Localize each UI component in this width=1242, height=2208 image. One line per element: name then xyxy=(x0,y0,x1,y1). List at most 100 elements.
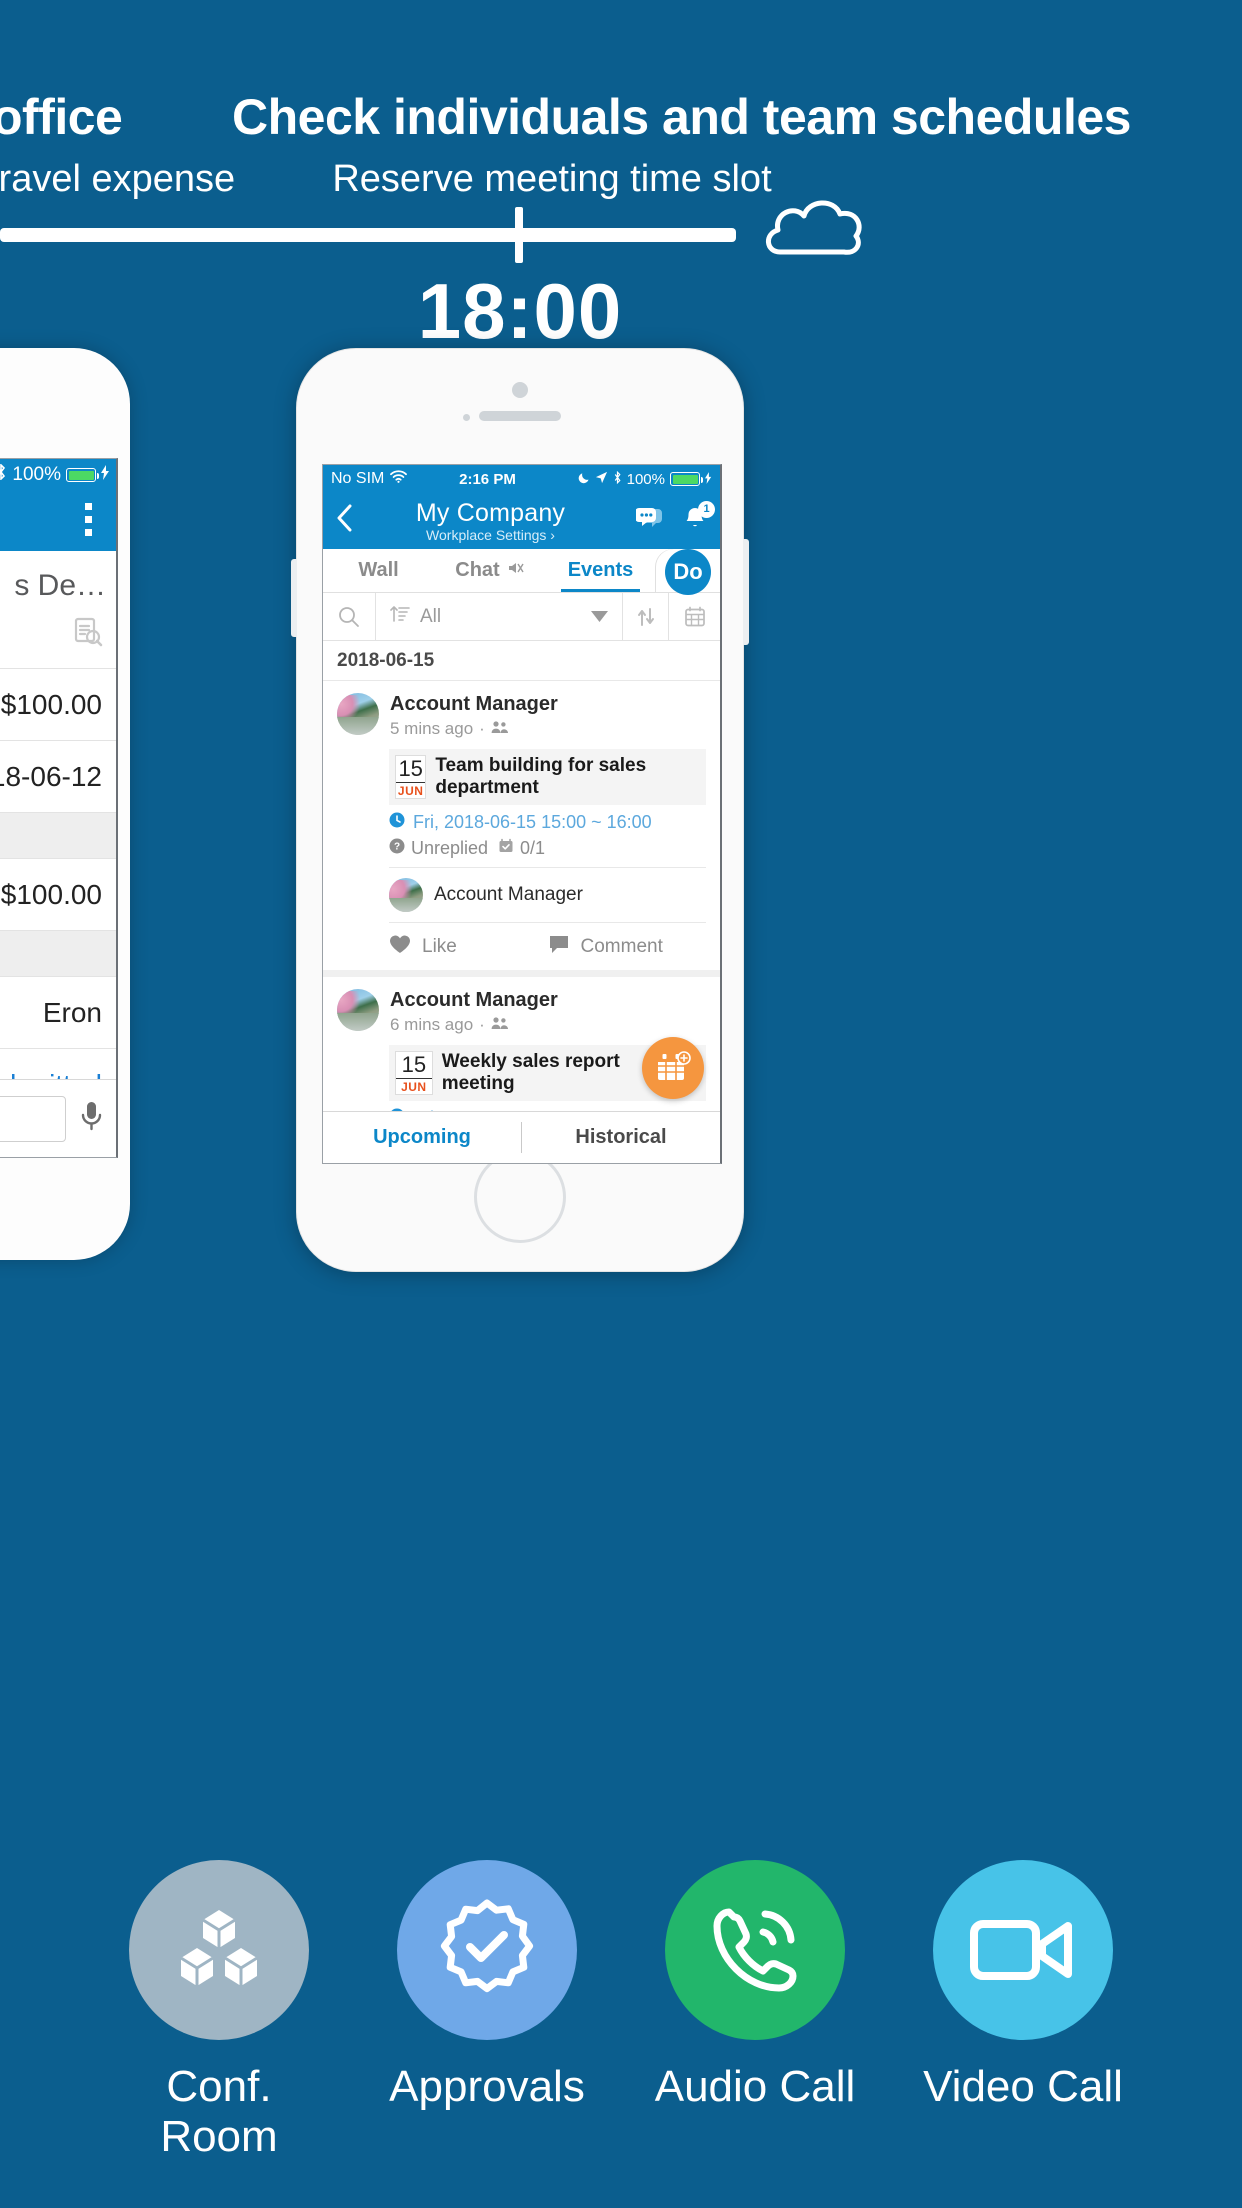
calendar-chip: 15 JUN xyxy=(395,755,427,799)
tab-historical[interactable]: Historical xyxy=(522,1112,720,1163)
event-when: Fri, 2018-06-15 15:00 ~ 16:00 xyxy=(413,812,652,832)
row-value: 2018-06-12 xyxy=(0,760,102,792)
boxes-icon xyxy=(129,1860,309,2040)
calendar-chip-day: 15 xyxy=(396,758,426,783)
nav-bar: My Company Workplace Settings › 1 xyxy=(323,493,720,549)
search-icon[interactable] xyxy=(323,593,375,640)
nav-title-group[interactable]: My Company Workplace Settings › xyxy=(369,499,612,543)
tab-label: Events xyxy=(567,559,634,581)
charging-icon xyxy=(101,464,110,486)
tab-label: Wall xyxy=(358,559,399,581)
tab-wall[interactable]: Wall xyxy=(323,549,434,592)
workplace-settings-link[interactable]: Workplace Settings › xyxy=(369,527,612,543)
front-camera xyxy=(512,382,528,398)
badge-check-icon xyxy=(397,1860,577,2040)
table-row-spacer xyxy=(0,812,116,858)
event-card[interactable]: 15 JUN Team building for sales departmen… xyxy=(389,749,706,805)
avatar xyxy=(337,989,379,1031)
post-time: 5 mins ago xyxy=(390,719,474,738)
feature-label: Video Call xyxy=(923,2062,1123,2111)
do-not-disturb-icon xyxy=(578,471,590,488)
bluetooth-icon xyxy=(613,470,622,488)
tab-bar: Wall Chat Events Do xyxy=(323,549,720,595)
event-title: Team building for sales department xyxy=(435,755,647,798)
table-row-spacer xyxy=(0,930,116,976)
avatar xyxy=(389,878,423,912)
earpiece-speaker xyxy=(479,411,561,421)
status-bar: No SIM 2:16 PM 100% xyxy=(323,465,720,493)
feed-separator xyxy=(323,970,720,977)
tab-events[interactable]: Events xyxy=(545,549,656,592)
group-icon xyxy=(491,719,509,739)
feature-label: Audio Call xyxy=(654,2062,856,2111)
feature-video-call[interactable]: Video Call xyxy=(908,1860,1138,2162)
event-status-row: ? Unreplied 0/1 xyxy=(389,833,706,867)
event-attendance: 0/1 xyxy=(520,838,546,858)
clock-icon xyxy=(389,1108,405,1111)
calendar-chip-month: JUN xyxy=(401,1080,427,1094)
sort-order-icon[interactable] xyxy=(622,593,668,640)
home-button[interactable] xyxy=(474,1151,566,1243)
message-input[interactable] xyxy=(0,1095,66,1142)
phone-device: No SIM 2:16 PM 100% My Company Workplace… xyxy=(291,348,749,1272)
left-battery-percent: 100% xyxy=(12,464,61,485)
left-input-bar xyxy=(0,1079,116,1157)
carrier-label: No SIM xyxy=(331,470,385,487)
post-meta-dot: · xyxy=(479,1015,485,1034)
battery-percent: 100% xyxy=(626,470,665,488)
chevron-down-icon[interactable] xyxy=(576,593,622,640)
table-row: Eron xyxy=(0,976,116,1048)
comment-row[interactable]: Account Manager xyxy=(389,867,706,922)
calendar-icon[interactable] xyxy=(668,593,720,640)
notification-badge: 1 xyxy=(698,500,715,518)
group-icon xyxy=(491,1015,509,1035)
post-meta-dot: · xyxy=(479,719,485,738)
feature-conf-room[interactable]: Conf. Room xyxy=(104,1860,334,2162)
left-battery-icon xyxy=(66,468,99,482)
do-button[interactable]: Do xyxy=(656,549,720,595)
filter-selector[interactable]: All xyxy=(375,593,576,640)
comment-button[interactable]: Comment xyxy=(548,923,707,970)
left-phone-screen: 100% s De… $100.00 2018-06-12 $100.00 Er… xyxy=(0,458,118,1158)
phone-call-icon xyxy=(665,1860,845,2040)
timeline-bar xyxy=(0,228,736,242)
promo-headline-left: office xyxy=(0,89,123,145)
bottom-tab-label: Upcoming xyxy=(373,1126,471,1148)
feature-audio-call[interactable]: Audio Call xyxy=(640,1860,870,2162)
avatar xyxy=(337,693,379,735)
chat-bubbles-icon[interactable] xyxy=(635,507,664,536)
like-button[interactable]: Like xyxy=(389,923,548,970)
calendar-chip-month: JUN xyxy=(397,784,424,798)
add-event-icon[interactable] xyxy=(642,1037,704,1099)
question-icon: ? xyxy=(389,838,405,859)
battery-icon xyxy=(670,472,703,486)
feature-row: Conf. Room Approvals Audio Call Video Ca… xyxy=(0,1860,1242,2162)
microphone-icon[interactable] xyxy=(78,1099,104,1138)
mute-icon xyxy=(506,559,524,583)
feature-label: Conf. Room xyxy=(160,2062,278,2161)
row-value: $100.00 xyxy=(0,688,102,720)
calendar-chip: 15 JUN xyxy=(395,1051,433,1095)
table-row: $100.00 xyxy=(0,668,116,740)
volume-buttons xyxy=(291,559,297,637)
row-value: Eron xyxy=(42,996,102,1028)
kebab-menu-icon[interactable] xyxy=(85,503,92,542)
notification-bell-icon[interactable]: 1 xyxy=(682,500,715,537)
promo-time: 18:00 xyxy=(417,267,623,355)
comment-author: Account Manager xyxy=(434,884,583,905)
proximity-sensor xyxy=(463,414,470,421)
events-feed[interactable]: 2018-06-15 Account Manager 5 mins ago · xyxy=(323,641,720,1111)
comment-label: Comment xyxy=(580,935,663,957)
post-time: 6 mins ago xyxy=(390,1015,474,1034)
do-button-label: Do xyxy=(665,549,711,595)
feature-approvals[interactable]: Approvals xyxy=(372,1860,602,2162)
page-title: My Company xyxy=(415,499,566,527)
post-author: Account Manager xyxy=(390,693,558,715)
tab-chat[interactable]: Chat xyxy=(434,549,545,592)
back-chevron-icon[interactable] xyxy=(335,503,369,539)
event-post[interactable]: Account Manager 5 mins ago · 15 JUN Team… xyxy=(323,681,720,970)
event-time-row: Fri, 2018-06-15 15:00 ~ 16:00 xyxy=(389,805,706,833)
tab-upcoming[interactable]: Upcoming xyxy=(323,1112,521,1163)
lightning-bolt-icon xyxy=(705,471,712,488)
event-reply-status: Unreplied xyxy=(411,838,489,858)
